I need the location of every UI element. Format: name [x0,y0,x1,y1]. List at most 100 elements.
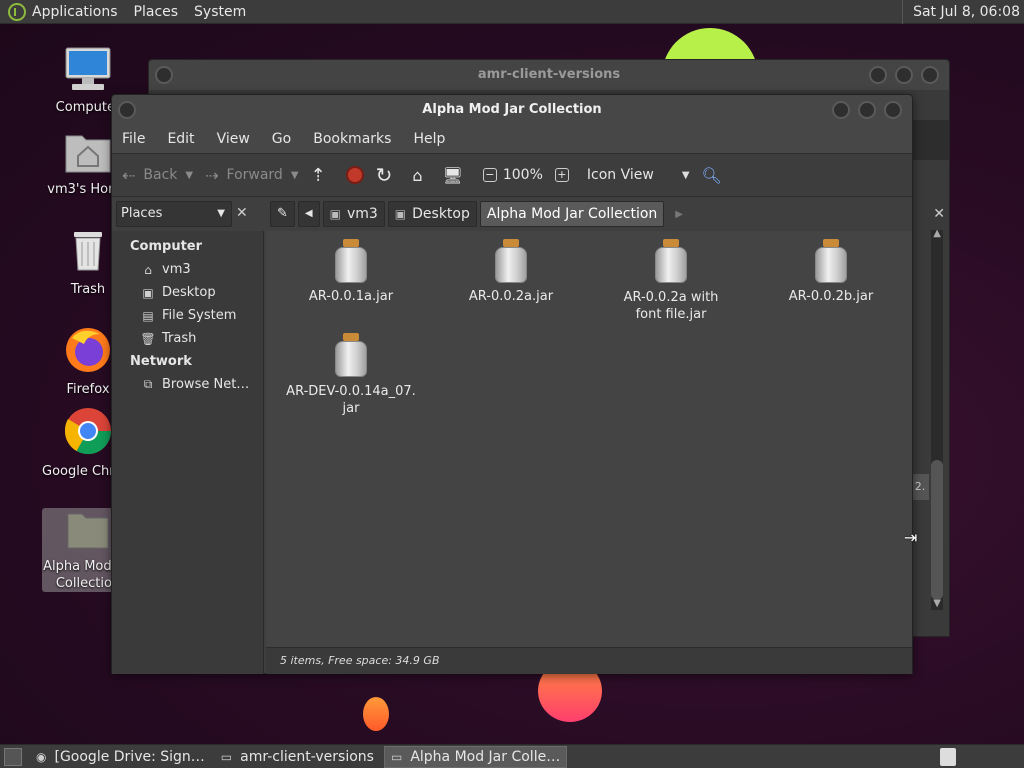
file-name: AR-0.0.2a.jar [468,289,554,304]
breadcrumb: ✎ ◀ ▣ vm3 ▣ Desktop Alpha Mod Jar Collecti… [270,200,683,228]
edit-location-button[interactable]: ✎ [270,201,295,227]
zoom-in-icon: + [554,168,569,182]
home-folder-icon [65,135,111,173]
close-icon[interactable] [884,101,902,119]
reload-button[interactable]: ↻ [376,163,401,187]
desktop-folder-icon: ▣ [394,207,407,221]
jar-file-icon [494,239,528,283]
file-item[interactable]: AR-0.0.2a.jar [436,239,586,304]
menu-applications[interactable]: Applications [32,4,118,20]
menu-help[interactable]: Help [413,131,445,147]
close-sidebar-icon[interactable]: ✕ [236,205,248,221]
zoom-in-button[interactable]: + [554,168,575,182]
sidebar-heading-computer: Computer [130,239,203,254]
up-arrow-icon: ⇡ [310,164,326,186]
places-sidebar: Computer ⌂ vm3 ▣ Desktop ▤ File System 🗑… [112,231,264,674]
scroll-down-icon[interactable]: ▼ [933,598,941,609]
window-menu-icon[interactable] [155,66,173,84]
minimize-icon[interactable] [869,66,887,84]
jar-file-icon [334,239,368,283]
view-mode-select[interactable]: Icon View ▼ [587,167,690,183]
forward-button[interactable]: ⇢ Forward ▼ [205,166,298,185]
maximize-icon[interactable] [895,66,913,84]
forward-history-dropdown-icon[interactable]: ▼ [291,170,299,181]
sidebar-type-select[interactable]: Places ▼ [116,201,232,227]
close-pane-icon[interactable]: ✕ [933,206,945,222]
up-button[interactable]: ⇡ [311,165,334,186]
taskbar-item-amr[interactable]: ▭ amr-client-versions [215,746,380,768]
drive-icon: ▤ [142,308,154,323]
jar-file-icon [654,239,688,283]
back-label: Back [143,167,178,183]
taskbar-item-chrome[interactable]: ◉ [Google Drive: Sign… [30,746,211,768]
menu-view[interactable]: View [217,131,250,147]
sidebar-item-label: Desktop [162,285,216,300]
window-menu-icon[interactable] [118,101,136,119]
minimize-icon[interactable] [832,101,850,119]
computer-icon: 🖥 [442,165,463,185]
window-title[interactable]: amr-client-versions [149,60,949,90]
trash-applet-icon[interactable] [940,748,956,766]
scrollbar-thumb[interactable] [931,460,943,600]
sidebar-item-label: Browse Net… [162,377,250,392]
folder-icon: ▭ [220,749,233,764]
file-manager-window[interactable]: Alpha Mod Jar Collection File Edit View … [111,94,913,674]
sidebar-item-desktop[interactable]: ▣ Desktop [112,281,263,304]
location-row: Places ▼ ✕ ✎ ◀ ▣ vm3 ▣ Desktop Alpha Mod J… [112,197,912,231]
menu-bookmarks[interactable]: Bookmarks [313,131,391,147]
maximize-icon[interactable] [858,101,876,119]
breadcrumb-vm3[interactable]: ▣ vm3 [322,201,385,227]
close-icon[interactable] [921,66,939,84]
sidebar-item-browse-network[interactable]: ⧉ Browse Net… [112,373,263,396]
window-title[interactable]: Alpha Mod Jar Collection [112,95,912,125]
menu-system[interactable]: System [194,4,246,20]
file-item[interactable]: AR-0.0.2a with font file.jar [596,239,746,323]
chevron-down-icon: ▼ [681,169,690,181]
breadcrumb-desktop[interactable]: ▣ Desktop [387,201,477,227]
show-desktop-icon[interactable] [4,747,22,766]
file-name: AR-0.0.1a.jar [308,289,394,304]
firefox-icon [66,328,110,372]
sidebar-item-file-system[interactable]: ▤ File System [112,304,263,327]
back-history-dropdown-icon[interactable]: ▼ [185,170,193,181]
back-button[interactable]: ⇠ Back ▼ [122,166,193,185]
computer-button[interactable]: 🖥 [443,166,471,185]
file-icon-view[interactable]: AR-0.0.1a.jar AR-0.0.2a.jar AR-0.0.2a wi… [266,231,912,647]
distro-logo-icon[interactable] [8,2,26,21]
chevron-right-icon[interactable]: ▶ [675,209,683,220]
mouse-cursor-icon: ⇥ [904,528,918,547]
status-bar: 5 items, Free space: 34.9 GB [266,647,912,674]
sidebar-item-vm3[interactable]: ⌂ vm3 [112,258,263,281]
network-icon: ⧉ [143,377,153,391]
reload-icon: ↻ [375,163,393,187]
menu-go[interactable]: Go [272,131,291,147]
scroll-up-icon[interactable]: ▲ [933,228,941,239]
file-item[interactable]: AR-0.0.2b.jar [756,239,906,304]
menu-file[interactable]: File [122,131,145,147]
partial-item[interactable]: 2. [911,474,929,500]
forward-label: Forward [226,167,283,183]
sidebar-item-trash[interactable]: 🗑︎ Trash [112,327,263,350]
file-item[interactable]: AR-0.0.1a.jar [276,239,426,304]
breadcrumb-label: Alpha Mod Jar Collection [486,206,658,222]
home-icon: ⌂ [412,165,423,185]
sidebar-item-label: vm3 [162,262,191,277]
menu-edit[interactable]: Edit [167,131,194,147]
search-button[interactable]: 🔍︎ [702,166,730,185]
chevron-left-icon: ◀ [304,208,313,219]
breadcrumb-label: vm3 [346,206,378,222]
panel-clock[interactable]: Sat Jul 8, 06:08 [902,0,1020,24]
taskbar-item-alpha[interactable]: ▭ Alpha Mod Jar Colle… [383,745,568,768]
breadcrumb-current[interactable]: Alpha Mod Jar Collection [479,201,665,227]
stop-button[interactable] [345,166,364,184]
jar-file-icon [814,239,848,283]
zoom-out-button[interactable]: − 100% [482,167,543,183]
file-item[interactable]: AR-DEV-0.0.14a_07.jar [276,333,426,417]
home-button[interactable]: ⌂ [412,166,430,185]
menu-places[interactable]: Places [134,4,179,20]
taskbar-item-label: [Google Drive: Sign… [54,748,205,765]
breadcrumb-scroll-left[interactable]: ◀ [297,201,320,227]
zoom-level: 100% [502,167,543,183]
taskbar-item-label: Alpha Mod Jar Colle… [410,748,561,765]
wallpaper-shape [363,697,389,731]
